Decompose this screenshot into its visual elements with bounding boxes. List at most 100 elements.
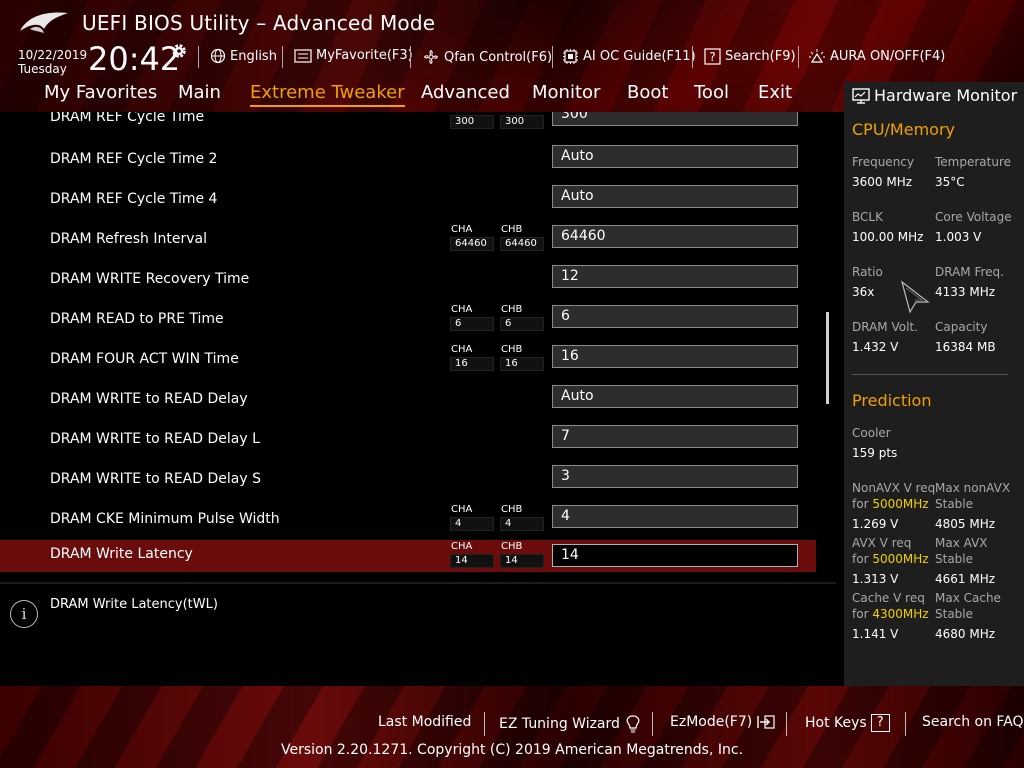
tab-exit[interactable]: Exit bbox=[758, 82, 792, 103]
setting-label: DRAM Write Latency bbox=[50, 546, 193, 562]
ez-tuning-wizard-button[interactable]: EZ Tuning Wizard bbox=[499, 714, 642, 734]
setting-label: DRAM FOUR ACT WIN Time bbox=[50, 351, 239, 367]
search-on-faq-button[interactable]: Search on FAQ bbox=[922, 714, 1024, 730]
core-voltage-label: Core Voltage bbox=[935, 210, 1012, 224]
ezmode-button[interactable]: EzMode(F7) bbox=[670, 714, 776, 730]
favorite-list-icon bbox=[294, 48, 312, 63]
setting-row-dram-ref-cycle-time-4[interactable]: DRAM REF Cycle Time 4 Auto bbox=[0, 184, 816, 216]
footer-divider bbox=[905, 712, 906, 736]
max-nonavx-value: 4805 MHz bbox=[935, 517, 996, 531]
avx-frequency: 5000MHz bbox=[872, 552, 929, 566]
avx-vreq-label: AVX V req bbox=[852, 536, 912, 550]
search-question-icon: ? bbox=[704, 48, 721, 65]
aura-toggle-button[interactable]: AURA ON/OFF(F4) bbox=[808, 48, 945, 64]
setting-row-dram-write-latency[interactable]: DRAM Write Latency CHA 14 CHB 14 14 bbox=[0, 540, 816, 572]
weekday-text: Tuesday bbox=[18, 62, 67, 76]
section-divider bbox=[852, 374, 1008, 375]
dram-volt-value: 1.432 V bbox=[852, 340, 899, 354]
version-text: Version 2.20.1271. Copyright (C) 2019 Am… bbox=[280, 742, 744, 758]
cooler-value: 159 pts bbox=[852, 446, 898, 460]
gear-icon[interactable] bbox=[170, 42, 188, 60]
avx-for-line: for 5000MHz bbox=[852, 552, 929, 566]
footer-divider bbox=[786, 712, 787, 736]
chb-label: CHB bbox=[501, 504, 523, 515]
chb-value: 14 bbox=[500, 554, 544, 568]
tab-main[interactable]: Main bbox=[178, 82, 221, 103]
setting-value-input[interactable]: 16 bbox=[552, 345, 798, 368]
tab-my-favorites[interactable]: My Favorites bbox=[44, 82, 157, 103]
ai-oc-guide-label: AI OC Guide(F11) bbox=[583, 49, 696, 64]
setting-value-input[interactable]: 12 bbox=[552, 265, 798, 288]
nonavx-for: for bbox=[852, 497, 869, 511]
bclk-label: BCLK bbox=[852, 210, 883, 224]
setting-row-dram-write-recovery-time[interactable]: DRAM WRITE Recovery Time 12 bbox=[0, 264, 816, 296]
myfavorite-button[interactable]: MyFavorite(F3) bbox=[294, 48, 413, 63]
setting-value-input[interactable]: 14 bbox=[552, 544, 798, 567]
language-button[interactable]: English bbox=[210, 48, 277, 64]
ratio-label: Ratio bbox=[852, 265, 883, 279]
setting-value-input[interactable]: 4 bbox=[552, 505, 798, 528]
cha-value: 300 bbox=[450, 115, 494, 129]
setting-row-dram-refresh-interval[interactable]: DRAM Refresh Interval CHA 64460 CHB 6446… bbox=[0, 224, 816, 256]
app-title: UEFI BIOS Utility – Advanced Mode bbox=[82, 11, 436, 35]
setting-row-dram-write-to-read-delay[interactable]: DRAM WRITE to READ Delay Auto bbox=[0, 384, 816, 416]
svg-text:?: ? bbox=[709, 50, 715, 64]
hot-keys-label: Hot Keys bbox=[805, 715, 867, 731]
setting-row-dram-ref-cycle-time[interactable]: DRAM REF Cycle Time 300 300 300 bbox=[0, 112, 816, 134]
setting-row-dram-write-to-read-delay-s[interactable]: DRAM WRITE to READ Delay S 3 bbox=[0, 464, 816, 496]
setting-value-input[interactable]: 64460 bbox=[552, 225, 798, 248]
chb-value: 4 bbox=[500, 517, 544, 531]
toolbar-divider bbox=[410, 46, 411, 68]
footer-divider bbox=[484, 712, 485, 736]
setting-row-dram-cke-minimum-pulse-width[interactable]: DRAM CKE Minimum Pulse Width CHA 4 CHB 4… bbox=[0, 504, 816, 536]
frequency-value: 3600 MHz bbox=[852, 175, 913, 189]
ai-oc-guide-button[interactable]: AI OC Guide(F11) bbox=[562, 48, 696, 65]
ratio-value: 36x bbox=[852, 285, 875, 299]
setting-row-dram-ref-cycle-time-2[interactable]: DRAM REF Cycle Time 2 Auto bbox=[0, 144, 816, 176]
aura-label: AURA ON/OFF(F4) bbox=[830, 48, 946, 64]
setting-value-input[interactable]: 300 bbox=[552, 112, 798, 126]
setting-row-dram-write-to-read-delay-l[interactable]: DRAM WRITE to READ Delay L 7 bbox=[0, 424, 816, 456]
cooler-label: Cooler bbox=[852, 426, 891, 440]
avx-vreq-value: 1.313 V bbox=[852, 572, 899, 586]
dram-volt-label: DRAM Volt. bbox=[852, 320, 918, 334]
tab-extreme-tweaker[interactable]: Extreme Tweaker bbox=[250, 82, 405, 107]
hot-keys-button[interactable]: Hot Keys ? bbox=[805, 714, 890, 732]
max-cache-stable: Stable bbox=[935, 607, 974, 621]
toolbar-divider bbox=[198, 46, 199, 68]
setting-value-input[interactable]: Auto bbox=[552, 145, 798, 168]
max-cache-value: 4680 MHz bbox=[935, 627, 996, 641]
ez-tuning-wizard-label: EZ Tuning Wizard bbox=[499, 716, 620, 732]
info-icon: i bbox=[10, 600, 38, 628]
clock-time: 20:42 bbox=[88, 40, 181, 78]
mouse-cursor-icon bbox=[900, 280, 930, 314]
tab-advanced[interactable]: Advanced bbox=[421, 82, 510, 103]
core-voltage-value: 1.003 V bbox=[935, 230, 982, 244]
setting-value-input[interactable]: Auto bbox=[552, 185, 798, 208]
setting-label: DRAM WRITE to READ Delay L bbox=[50, 431, 260, 447]
help-text: DRAM Write Latency(tWL) bbox=[50, 597, 218, 612]
tab-tool[interactable]: Tool bbox=[694, 82, 729, 103]
settings-list: DRAM REF Cycle Time 300 300 300 DRAM REF… bbox=[0, 112, 836, 578]
last-modified-button[interactable]: Last Modified bbox=[378, 714, 471, 730]
setting-value-input[interactable]: Auto bbox=[552, 385, 798, 408]
setting-row-dram-four-act-win-time[interactable]: DRAM FOUR ACT WIN Time CHA 16 CHB 16 16 bbox=[0, 344, 816, 376]
nonavx-for-line: for 5000MHz bbox=[852, 497, 929, 511]
temperature-value: 35°C bbox=[935, 175, 965, 189]
tab-boot[interactable]: Boot bbox=[627, 82, 668, 103]
tab-monitor[interactable]: Monitor bbox=[532, 82, 600, 103]
setting-value-input[interactable]: 7 bbox=[552, 425, 798, 448]
setting-value-input[interactable]: 3 bbox=[552, 465, 798, 488]
settings-scrollbar[interactable] bbox=[826, 312, 829, 404]
cache-frequency: 4300MHz bbox=[872, 607, 929, 621]
toolbar-divider bbox=[282, 46, 283, 68]
chb-value: 16 bbox=[500, 357, 544, 371]
setting-row-dram-read-to-pre-time[interactable]: DRAM READ to PRE Time CHA 6 CHB 6 6 bbox=[0, 304, 816, 336]
max-avx-label: Max AVX bbox=[935, 536, 988, 550]
cache-for: for bbox=[852, 607, 869, 621]
cha-value: 4 bbox=[450, 517, 494, 531]
search-button[interactable]: ? Search(F9) bbox=[704, 48, 796, 65]
qfan-control-button[interactable]: Qfan Control(F6) bbox=[422, 48, 552, 66]
setting-value-input[interactable]: 6 bbox=[552, 305, 798, 328]
chb-value: 300 bbox=[500, 115, 544, 129]
